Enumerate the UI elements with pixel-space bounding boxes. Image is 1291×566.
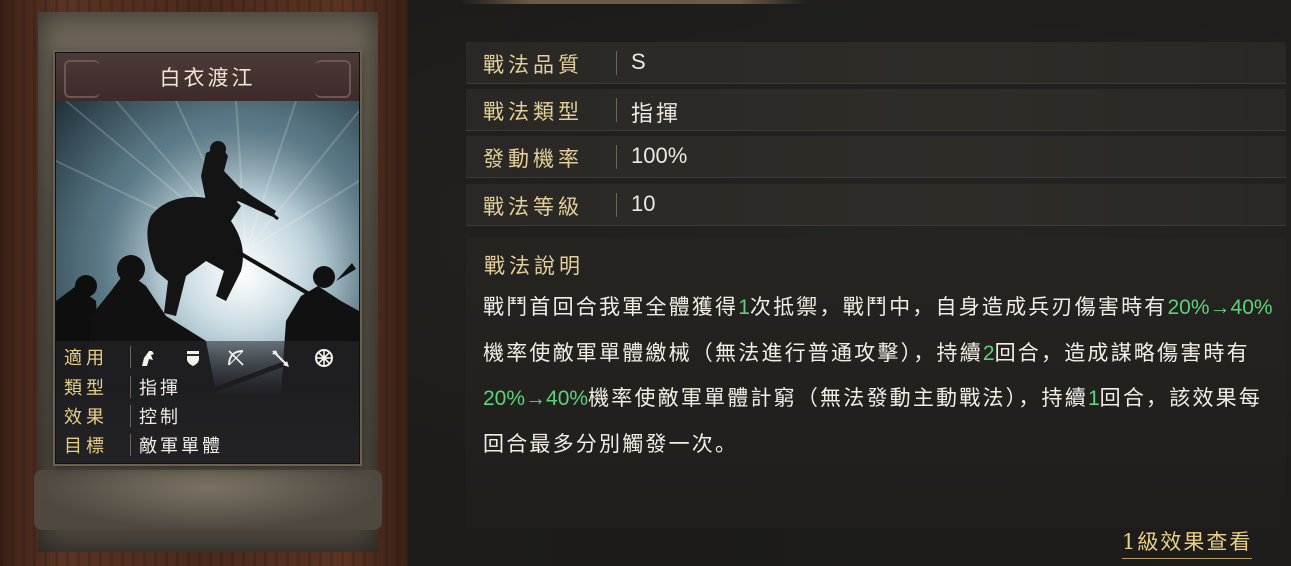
skill-name: 白衣渡江 xyxy=(159,66,256,90)
description-segment: 回合，造成謀略傷害時有 xyxy=(994,340,1250,365)
info-label: 戰法品質 xyxy=(483,53,583,77)
description-segment: 機率使敵軍單體繳械（無法進行普通攻擊），持續 xyxy=(483,340,983,365)
description-highlight: 1 xyxy=(1087,387,1100,410)
stat-label: 適用 xyxy=(64,348,108,369)
description-highlight: 20%→40% xyxy=(1167,296,1273,319)
info-divider xyxy=(616,145,617,169)
stat-value: 敵軍單體 xyxy=(139,436,223,457)
description-title: 戰法說明 xyxy=(484,254,584,278)
skill-card-title: 白衣渡江 xyxy=(56,53,359,101)
skill-card: 白衣渡江 適用 類型 指揮 效果 控制 目標 敵軍單體 xyxy=(55,52,360,464)
info-row-background xyxy=(466,89,1286,131)
info-label: 發動機率 xyxy=(483,147,583,171)
stat-row-troops: 適用 xyxy=(64,343,352,371)
stat-row-type: 類型 指揮 xyxy=(64,373,181,401)
description-segment: 次抵禦，戰鬥中，自身造成兵刃傷害時有 xyxy=(749,295,1168,319)
info-divider xyxy=(616,193,617,217)
description-segment: 戰鬥首回合我軍全體獲得 xyxy=(483,295,739,319)
info-value: 100% xyxy=(631,143,688,168)
info-value: 10 xyxy=(631,191,656,216)
stat-divider xyxy=(130,434,131,456)
cavalry-icon xyxy=(142,350,154,366)
stat-label: 目標 xyxy=(64,436,108,457)
stat-label: 類型 xyxy=(64,378,108,399)
level-1-effect-link[interactable]: 1級效果查看 xyxy=(1122,526,1253,559)
stat-row-effect: 效果 控制 xyxy=(64,402,181,430)
spear-icon xyxy=(272,349,290,367)
info-label: 戰法類型 xyxy=(483,100,583,124)
skill-description-panel: 戰法說明 戰鬥首回合我軍全體獲得1次抵禦，戰鬥中，自身造成兵刃傷害時有20%→4… xyxy=(466,238,1286,528)
description-highlight: 2 xyxy=(982,341,995,365)
stat-value: 控制 xyxy=(139,407,181,428)
info-row-background xyxy=(466,184,1286,226)
troop-type-icons xyxy=(139,347,352,368)
description-segment: 機率使敵軍單體計窮（無法發動主動戰法），持續 xyxy=(588,386,1088,410)
stat-label: 效果 xyxy=(64,407,108,428)
info-row-chance: 發動機率 100% xyxy=(466,136,1286,178)
info-divider xyxy=(616,51,617,75)
stat-value: 指揮 xyxy=(139,378,181,399)
shield-icon xyxy=(186,350,199,366)
info-value: 指揮 xyxy=(631,102,682,127)
scroll-roll xyxy=(34,470,382,530)
top-divider xyxy=(460,0,810,4)
stat-divider xyxy=(130,376,131,398)
info-row-level: 戰法等級 10 xyxy=(466,184,1286,226)
description-text: 戰鬥首回合我軍全體獲得1次抵禦，戰鬥中，自身造成兵刃傷害時有20%→40%機率使… xyxy=(483,285,1283,466)
info-row-type: 戰法類型 指揮 xyxy=(466,89,1286,131)
title-ornament-left xyxy=(64,60,100,98)
info-row-background xyxy=(466,42,1286,84)
info-divider xyxy=(616,98,617,122)
skill-stats-panel: 適用 類型 指揮 效果 控制 目標 敵軍單體 xyxy=(56,341,359,463)
description-highlight: 1 xyxy=(738,296,750,319)
stat-divider xyxy=(130,346,131,368)
title-ornament-right xyxy=(315,60,351,98)
info-row-quality: 戰法品質 S xyxy=(466,42,1286,84)
info-value: S xyxy=(631,49,646,74)
description-highlight: 20%→40% xyxy=(483,387,589,410)
stat-row-target: 目標 敵軍單體 xyxy=(64,431,223,459)
chariot-wheel-icon xyxy=(314,348,333,367)
stat-divider xyxy=(130,405,131,427)
info-label: 戰法等級 xyxy=(483,195,583,219)
bow-icon xyxy=(228,349,245,366)
info-row-background xyxy=(466,136,1286,178)
